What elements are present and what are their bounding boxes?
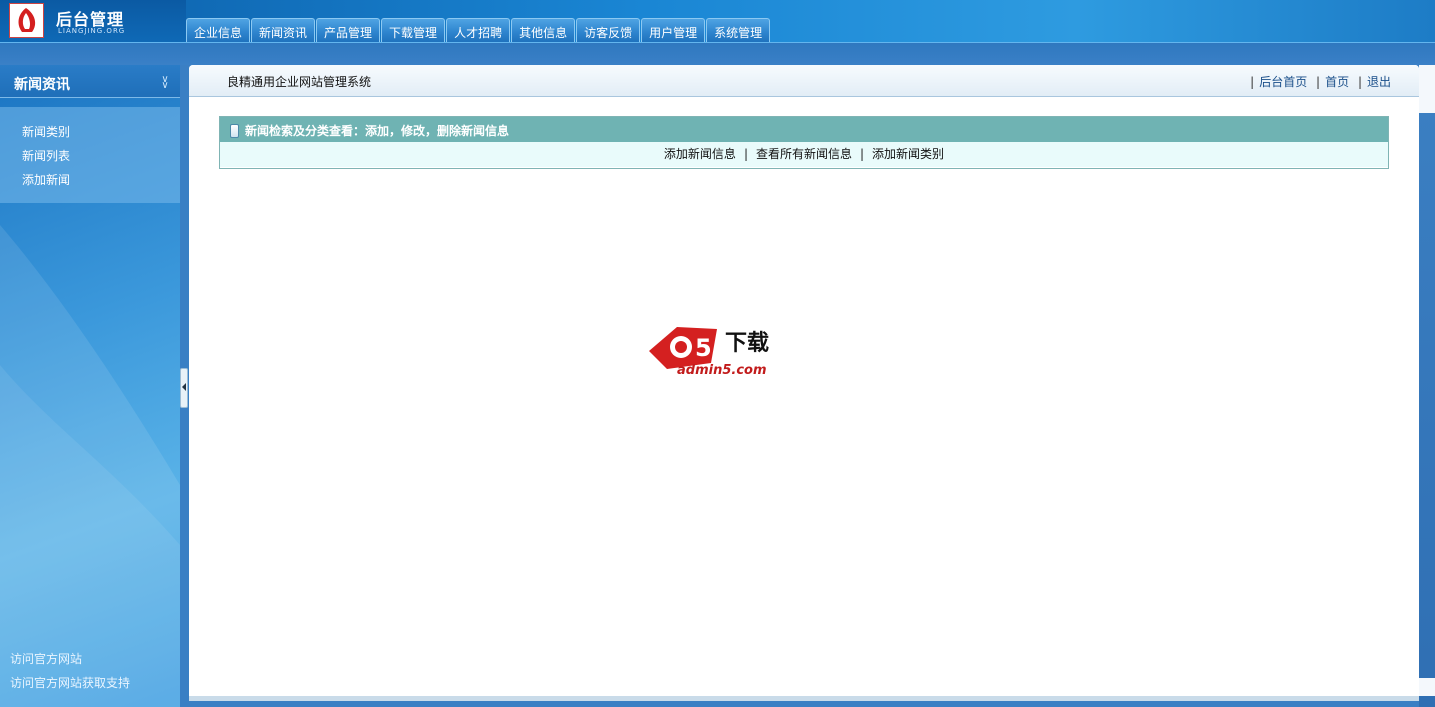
sidebar-item-news-categories[interactable]: 新闻类别: [22, 123, 70, 140]
main-header: 良精通用企业网站管理系统 | 后台首页 | 首页 | 退出: [189, 65, 1419, 97]
official-support-link[interactable]: 访问官方网站获取支持: [10, 674, 130, 691]
sidebar-menu: 新闻类别 新闻列表 添加新闻: [0, 107, 180, 203]
top-nav: 企业信息 新闻资讯 产品管理 下载管理 人才招聘 其他信息 访客反馈 用户管理 …: [186, 18, 771, 42]
official-site-link[interactable]: 访问官方网站: [10, 650, 82, 667]
sidebar-title: 新闻资讯: [14, 77, 70, 93]
logo-subtitle: LIANGJING.ORG: [58, 27, 126, 35]
home-link[interactable]: 首页: [1325, 75, 1349, 89]
news-panel: 新闻检索及分类查看：添加，修改，删除新闻信息 添加新闻信息 | 查看所有新闻信息 | 添…: [219, 116, 1389, 169]
right-strip: [1419, 65, 1435, 707]
tab-feedback[interactable]: 访客反馈: [576, 18, 641, 42]
logo-icon: [9, 3, 44, 38]
header-links: | 后台首页 | 首页 | 退出: [1250, 75, 1391, 89]
main-panel: 良精通用企业网站管理系统 | 后台首页 | 首页 | 退出 新闻检索及分类查看：添加，…: [189, 65, 1419, 696]
sidebar-toggle[interactable]: [180, 368, 188, 408]
tab-downloads[interactable]: 下载管理: [381, 18, 446, 42]
panel-header: 新闻检索及分类查看：添加，修改，删除新闻信息: [220, 117, 1388, 142]
top-header: 后台管理 LIANGJING.ORG 企业信息 新闻资讯 产品管理 下载管理 人…: [0, 0, 1435, 43]
chevron-down-icon[interactable]: ∨ ∨: [158, 75, 172, 91]
add-news-link[interactable]: 添加新闻信息: [664, 147, 736, 161]
logout-link[interactable]: 退出: [1367, 75, 1391, 89]
arrow-left-icon: [182, 383, 186, 391]
watermark: 5 下载 admin5.com: [647, 323, 792, 383]
sidebar-item-add-news[interactable]: 添加新闻: [22, 171, 70, 188]
tab-other-info[interactable]: 其他信息: [511, 18, 576, 42]
svg-text:5: 5: [695, 334, 712, 362]
document-icon: [230, 124, 239, 138]
right-strip-bottom: [1419, 678, 1435, 696]
admin-home-link[interactable]: 后台首页: [1259, 75, 1307, 89]
tab-news[interactable]: 新闻资讯: [251, 18, 316, 42]
tab-products[interactable]: 产品管理: [316, 18, 381, 42]
watermark-text: 下载: [725, 331, 770, 356]
tab-system[interactable]: 系统管理: [706, 18, 771, 42]
system-title: 良精通用企业网站管理系统: [227, 75, 372, 89]
panel-title: 新闻检索及分类查看：添加，修改，删除新闻信息: [245, 124, 510, 138]
logo: 后台管理 LIANGJING.ORG: [0, 0, 186, 42]
right-strip-top: [1419, 65, 1435, 113]
header-band: [0, 43, 1435, 65]
tab-users[interactable]: 用户管理: [641, 18, 706, 42]
main-footer-bar: [189, 696, 1419, 701]
sidebar-item-news-list[interactable]: 新闻列表: [22, 147, 70, 164]
add-category-link[interactable]: 添加新闻类别: [872, 147, 944, 161]
sidebar: 新闻资讯 ∨ ∨ 新闻类别 新闻列表 添加新闻 访问官方网站 访问官方网站获取支持: [0, 65, 180, 707]
sidebar-header: 新闻资讯 ∨ ∨: [0, 65, 180, 98]
view-all-news-link[interactable]: 查看所有新闻信息: [756, 147, 852, 161]
tab-company-info[interactable]: 企业信息: [186, 18, 251, 42]
panel-actions: 添加新闻信息 | 查看所有新闻信息 | 添加新闻类别: [220, 142, 1388, 167]
watermark-url: admin5.com: [677, 363, 767, 378]
tab-recruitment[interactable]: 人才招聘: [446, 18, 511, 42]
